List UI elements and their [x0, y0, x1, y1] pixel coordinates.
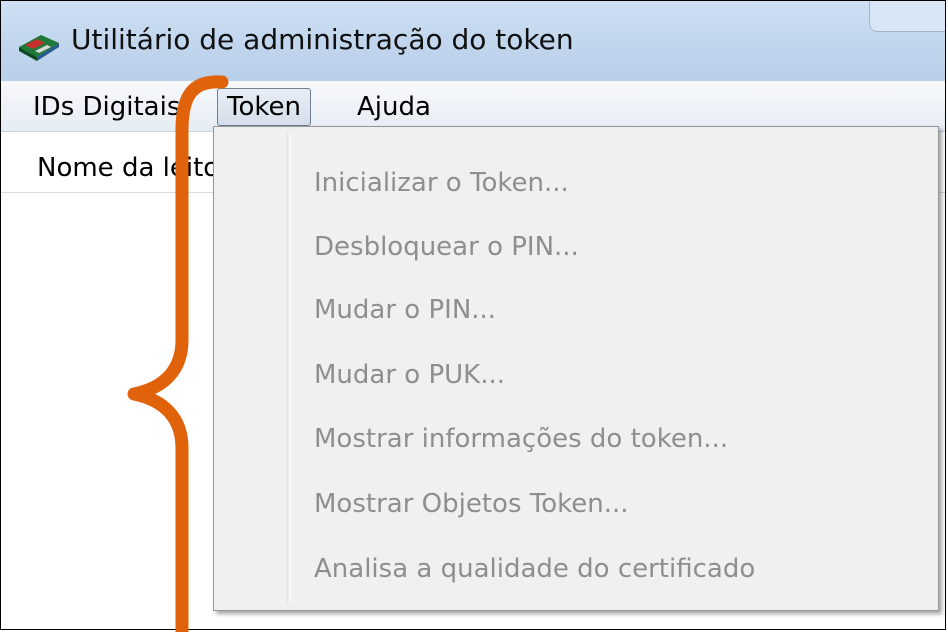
token-card-icon [19, 35, 59, 61]
token-dropdown-menu: Inicializar o Token... Desbloquear o PIN… [213, 126, 939, 611]
menu-item-analyze-certificate[interactable]: Analisa a qualidade do certificado [314, 554, 755, 584]
menu-item-show-token-info[interactable]: Mostrar informações do token... [314, 424, 728, 454]
menu-ajuda[interactable]: Ajuda [347, 88, 441, 126]
menu-item-show-token-objects[interactable]: Mostrar Objetos Token... [314, 489, 629, 519]
menu-item-change-pin[interactable]: Mudar o PIN... [314, 295, 496, 325]
menu-item-initialize-token[interactable]: Inicializar o Token... [314, 168, 569, 198]
menu-item-unlock-pin[interactable]: Desbloquear o PIN... [314, 232, 579, 262]
window-controls[interactable] [869, 1, 945, 32]
curly-brace-icon [127, 75, 229, 632]
window-title: Utilitário de administração do token [71, 23, 574, 56]
menu-gutter-divider [287, 133, 291, 603]
menu-item-change-puk[interactable]: Mudar o PUK... [314, 360, 505, 390]
